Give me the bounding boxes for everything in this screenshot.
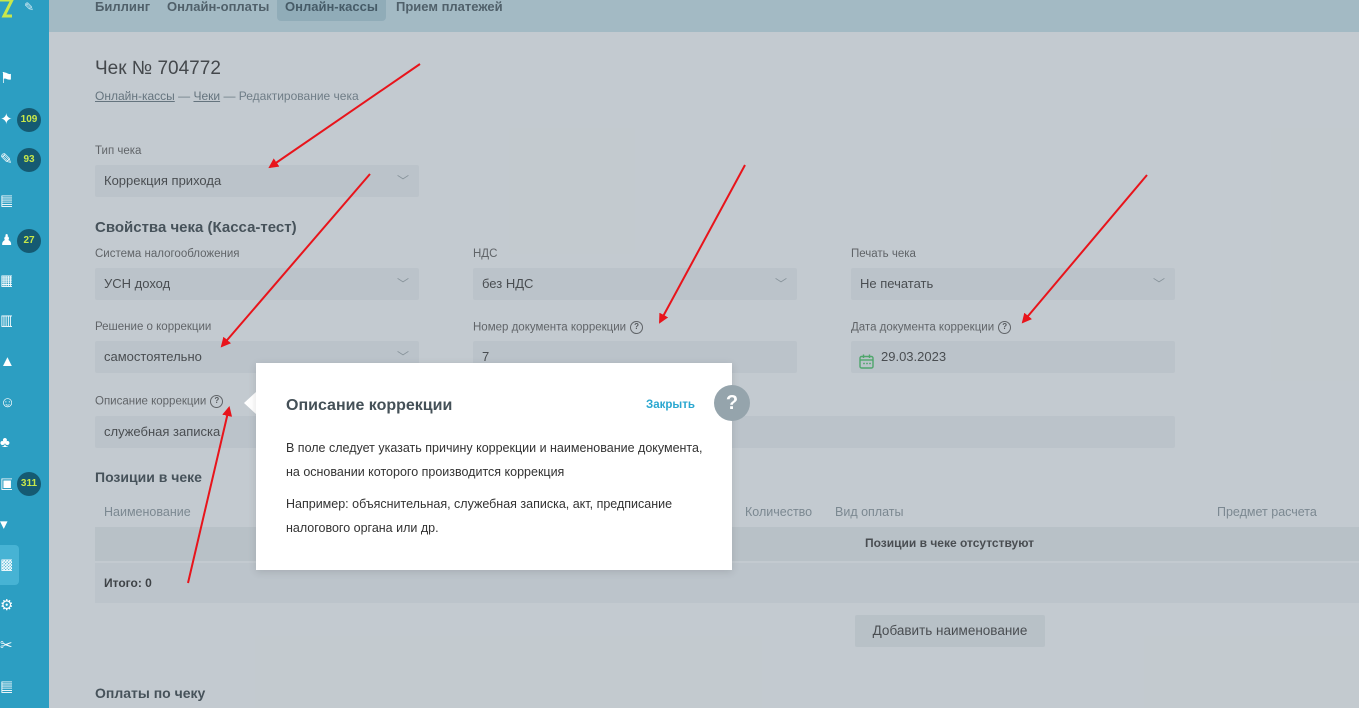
- chart-icon[interactable]: ▲: [0, 353, 12, 371]
- flag-icon[interactable]: ⚑: [0, 70, 12, 88]
- badge-count: 311: [17, 472, 41, 496]
- settings-icon[interactable]: ⚙: [0, 597, 12, 615]
- document-icon[interactable]: ▤: [0, 192, 12, 210]
- cashbox-icon[interactable]: ▩: [0, 556, 12, 574]
- modal-backdrop[interactable]: [49, 0, 1359, 708]
- edit-icon[interactable]: ✎: [0, 151, 12, 169]
- question-icon[interactable]: ?: [714, 385, 750, 421]
- users-icon[interactable]: ♟: [0, 232, 12, 250]
- building-icon[interactable]: ▦: [0, 272, 12, 290]
- tickets-icon[interactable]: ✦: [0, 111, 12, 129]
- report-icon[interactable]: ▣: [0, 475, 12, 493]
- tag-icon[interactable]: ✂: [0, 637, 12, 655]
- badge-count: 93: [17, 148, 41, 172]
- badge-count: 27: [17, 229, 41, 253]
- help-popup: Описание коррекции Закрыть В поле следуе…: [256, 363, 732, 570]
- pin-icon[interactable]: ✎: [24, 0, 34, 14]
- smile-icon[interactable]: ☺: [0, 394, 12, 412]
- file-icon[interactable]: ▤: [0, 678, 12, 696]
- popup-pointer: [244, 392, 256, 414]
- cart-icon[interactable]: ▾: [0, 516, 12, 534]
- logo-icon[interactable]: [0, 0, 14, 18]
- popup-close-link[interactable]: Закрыть: [646, 399, 695, 411]
- popup-title: Описание коррекции: [286, 397, 453, 414]
- popup-text-example: Например: объяснительная, служебная запи…: [286, 497, 673, 535]
- list-icon[interactable]: ▥: [0, 312, 12, 330]
- badge-count: 109: [17, 108, 41, 132]
- popup-text-main: В поле следует указать причину коррекции…: [286, 441, 703, 479]
- people-icon[interactable]: ♣: [0, 434, 12, 452]
- sidebar: ✎ ⚑ ✦ 109 ✎ 93 ▤ ♟ 27 ▦ ▥ ▲ ☺ ♣ ▣ 311 ▾ …: [0, 0, 49, 708]
